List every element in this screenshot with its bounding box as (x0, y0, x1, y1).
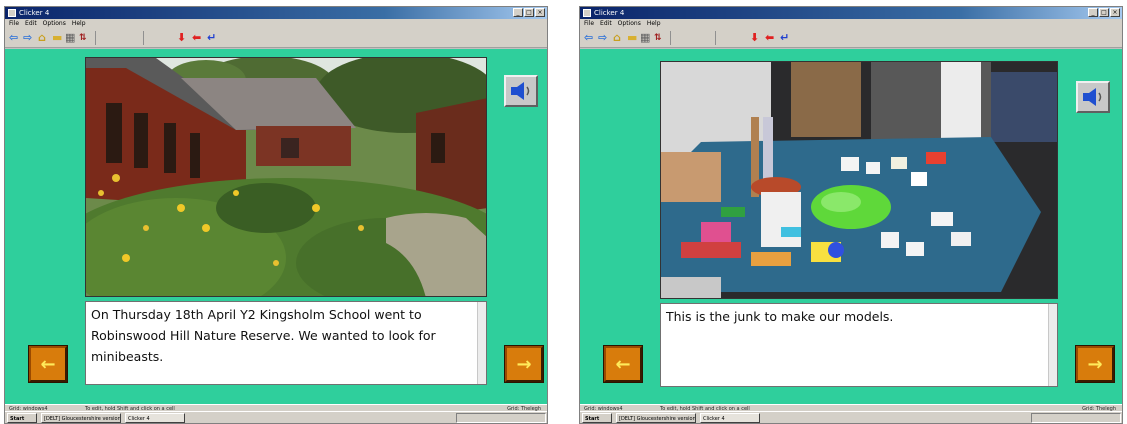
toolbar: ⇦ ⇨ ⌂ ▬ ▦ ⇅ ⬇ ⬅ ↵ (580, 28, 1122, 48)
previous-page-button[interactable]: ← (28, 345, 68, 383)
menu-edit[interactable]: Edit (600, 19, 612, 28)
caption-text: On Thursday 18th April Y2 Kingsholm Scho… (91, 307, 436, 364)
menu-file[interactable]: File (9, 19, 19, 28)
folder-icon[interactable]: ▬ (627, 32, 637, 44)
blue-return-icon[interactable]: ↵ (207, 32, 216, 44)
red-arrow-left-icon[interactable]: ⬅ (192, 32, 201, 44)
photo-junk-materials-image (661, 62, 1057, 298)
forward-icon[interactable]: ⇨ (23, 32, 32, 44)
app-icon (8, 9, 16, 17)
caption-scrollbar[interactable] (477, 302, 486, 384)
system-tray (456, 413, 546, 423)
play-sound-button[interactable] (1076, 81, 1110, 113)
system-tray (1031, 413, 1121, 423)
arrow-left-icon: ← (615, 353, 631, 375)
window-title: Clicker 4 (594, 9, 625, 17)
window-title: Clicker 4 (19, 9, 50, 17)
menu-file[interactable]: File (584, 19, 594, 28)
caption-scrollbar[interactable] (1048, 304, 1057, 386)
toolbar-separator (143, 31, 144, 45)
speaker-icon (511, 82, 530, 100)
speaker-icon (1083, 88, 1102, 106)
red-arrow-down-icon[interactable]: ⬇ (750, 32, 759, 44)
minimize-button[interactable]: _ (1088, 8, 1098, 17)
maximize-button[interactable]: □ (1099, 8, 1109, 17)
maximize-button[interactable]: □ (524, 8, 534, 17)
clicker-window-right: Clicker 4 _ □ × File Edit Options Help ⇦… (579, 6, 1123, 424)
blue-return-icon[interactable]: ↵ (780, 32, 789, 44)
toolbar: ⇦ ⇨ ⌂ ▬ ▦ ⇅ ⬇ ⬅ ↵ (5, 28, 547, 48)
back-icon[interactable]: ⇦ (584, 32, 593, 44)
taskbar-item-document[interactable]: [DELT] Gloucestershire version... (41, 413, 121, 423)
previous-page-button[interactable]: ← (603, 345, 643, 383)
red-arrow-left-icon[interactable]: ⬅ (765, 32, 774, 44)
photo-school-building (85, 57, 487, 297)
forward-icon[interactable]: ⇨ (598, 32, 607, 44)
clicker-grid: On Thursday 18th April Y2 Kingsholm Scho… (5, 49, 547, 404)
menu-options[interactable]: Options (43, 19, 66, 28)
next-page-button[interactable]: → (1075, 345, 1115, 383)
arrow-left-icon: ← (40, 353, 56, 375)
photo-school-building-image (86, 58, 486, 296)
menu-edit[interactable]: Edit (25, 19, 37, 28)
menu-bar: File Edit Options Help (580, 19, 1122, 28)
menu-options[interactable]: Options (618, 19, 641, 28)
grid-icon[interactable]: ▦ (65, 32, 75, 44)
app-icon (583, 9, 591, 17)
taskbar-item-clicker[interactable]: Clicker 4 (125, 413, 185, 423)
grid-icon[interactable]: ▦ (640, 32, 650, 44)
toolbar-separator (715, 31, 716, 45)
minimize-button[interactable]: _ (513, 8, 523, 17)
window-titlebar[interactable]: Clicker 4 _ □ × (580, 7, 1122, 19)
menu-help[interactable]: Help (72, 19, 86, 28)
folder-icon[interactable]: ▬ (52, 32, 62, 44)
clicker-grid: This is the junk to make our models. ← → (580, 49, 1122, 404)
home-icon[interactable]: ⌂ (613, 32, 621, 44)
close-button[interactable]: × (1110, 8, 1120, 17)
play-sound-button[interactable] (504, 75, 538, 107)
arrow-right-icon: → (516, 353, 532, 375)
caption-text: This is the junk to make our models. (666, 309, 894, 324)
sort-icon[interactable]: ⇅ (654, 32, 662, 44)
taskbar-item-clicker[interactable]: Clicker 4 (700, 413, 760, 423)
toolbar-separator (670, 31, 671, 45)
back-icon[interactable]: ⇦ (9, 32, 18, 44)
next-page-button[interactable]: → (504, 345, 544, 383)
home-icon[interactable]: ⌂ (38, 32, 46, 44)
start-button[interactable]: Start (582, 413, 612, 423)
red-arrow-down-icon[interactable]: ⬇ (177, 32, 186, 44)
toolbar-separator (95, 31, 96, 45)
caption-textbox[interactable]: On Thursday 18th April Y2 Kingsholm Scho… (85, 301, 487, 385)
taskbar-item-document[interactable]: [DELT] Gloucestershire version... (616, 413, 696, 423)
taskbar: Start [DELT] Gloucestershire version... … (580, 411, 1122, 423)
clicker-window-left: Clicker 4 _ □ × File Edit Options Help ⇦… (4, 6, 548, 424)
menu-help[interactable]: Help (647, 19, 661, 28)
photo-junk-materials (660, 61, 1058, 299)
arrow-right-icon: → (1087, 353, 1103, 375)
sort-icon[interactable]: ⇅ (79, 32, 87, 44)
taskbar: Start [DELT] Gloucestershire version... … (5, 411, 547, 423)
window-titlebar[interactable]: Clicker 4 _ □ × (5, 7, 547, 19)
menu-bar: File Edit Options Help (5, 19, 547, 28)
caption-textbox[interactable]: This is the junk to make our models. (660, 303, 1058, 387)
close-button[interactable]: × (535, 8, 545, 17)
start-button[interactable]: Start (7, 413, 37, 423)
